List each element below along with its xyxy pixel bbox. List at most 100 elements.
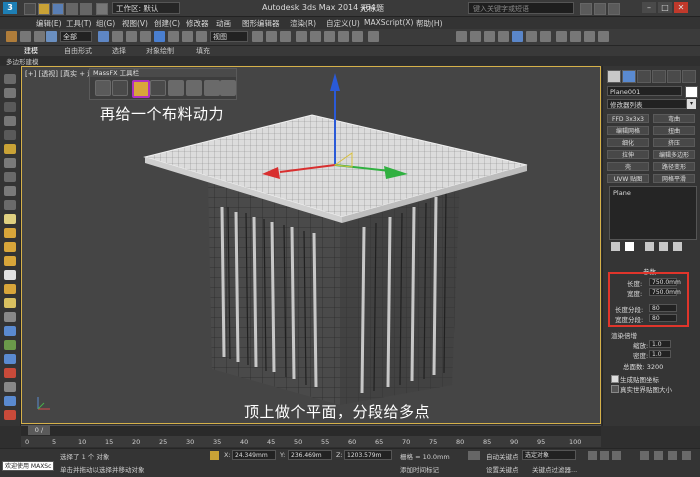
- select-by-name-icon[interactable]: [112, 31, 123, 42]
- maxscript-listener[interactable]: 欢迎使用 MAXSc: [2, 461, 54, 471]
- aec-tool-icon[interactable]: [4, 410, 16, 420]
- unlink-icon[interactable]: [34, 31, 45, 42]
- object-color-swatch[interactable]: [685, 86, 698, 98]
- plane-tool-icon[interactable]: [4, 116, 16, 126]
- layer-manager-icon[interactable]: [484, 31, 495, 42]
- timeline-ruler[interactable]: 0 5 10 15 20 25 30 35 40 45 50 55 60 65 …: [21, 436, 601, 447]
- snap-toggle-icon[interactable]: [296, 31, 307, 42]
- teapot-tool-icon[interactable]: [4, 228, 16, 238]
- tube-tool-icon[interactable]: [4, 270, 16, 280]
- particle-tool-icon[interactable]: [4, 340, 16, 350]
- menu-animation[interactable]: 动画: [216, 18, 231, 29]
- geosphere-tool-icon[interactable]: [4, 256, 16, 266]
- lock-selection-icon[interactable]: [210, 451, 219, 460]
- undo-icon[interactable]: [66, 3, 78, 15]
- menu-views[interactable]: 视图(V): [122, 18, 148, 29]
- play-icon[interactable]: [588, 451, 597, 460]
- rect-selection-icon[interactable]: [126, 31, 137, 42]
- selection-filter-dropdown[interactable]: 全部: [60, 31, 92, 42]
- ribbon-tab-modeling[interactable]: 建模: [24, 46, 38, 56]
- align-icon[interactable]: [470, 31, 481, 42]
- prism-tool-icon[interactable]: [4, 298, 16, 308]
- bind-spacewarp-icon[interactable]: [46, 31, 57, 42]
- width-segs-field[interactable]: 80: [649, 314, 677, 322]
- reference-coordinate-dropdown[interactable]: 视图: [210, 31, 248, 42]
- helper-tool-icon[interactable]: [4, 172, 16, 182]
- ribbon-tab-freeform[interactable]: 自由形式: [64, 46, 92, 56]
- mcloth-icon[interactable]: [132, 80, 150, 98]
- help-search-input[interactable]: 键入关键字或短语: [468, 2, 574, 14]
- perspective-viewport[interactable]: [+] [透视] [真实 + 边面] 再给一个布料动力 顶上做个平面，分段给多点: [21, 66, 601, 424]
- menu-edit[interactable]: 编辑(E): [36, 18, 62, 29]
- menu-graph-editors[interactable]: 图形编辑器: [242, 18, 280, 29]
- gen-coords-checkbox[interactable]: [611, 375, 619, 383]
- z-coord-field[interactable]: 1203.579m: [344, 450, 392, 460]
- link-icon[interactable]: [20, 31, 31, 42]
- ribbon-tab-object-paint[interactable]: 对象绘制: [146, 46, 174, 56]
- step-sim-icon[interactable]: [220, 80, 236, 96]
- undo-toolbar-icon[interactable]: [6, 31, 17, 42]
- keyboard-shortcut-icon[interactable]: [280, 31, 291, 42]
- stairs-tool-icon[interactable]: [4, 396, 16, 406]
- pivot-center-icon[interactable]: [252, 31, 263, 42]
- spinner-snap-icon[interactable]: [338, 31, 349, 42]
- named-selection-sets-icon[interactable]: [368, 31, 379, 42]
- world-params-icon[interactable]: [95, 80, 111, 96]
- pin-stack-icon[interactable]: [611, 242, 620, 251]
- door-tool-icon[interactable]: [4, 382, 16, 392]
- box-tool-icon[interactable]: [4, 88, 16, 98]
- next-frame-icon[interactable]: [600, 451, 609, 460]
- mod-shell-button[interactable]: 壳: [607, 162, 649, 171]
- graphite-tools-icon[interactable]: [498, 31, 509, 42]
- spacewarp-tool-icon[interactable]: [4, 186, 16, 196]
- select-object-icon[interactable]: [98, 31, 109, 42]
- workspace-dropdown[interactable]: 工作区: 默认: [112, 2, 180, 14]
- mod-twist-button[interactable]: 扭曲: [653, 126, 695, 135]
- cone-tool-icon[interactable]: [4, 242, 16, 252]
- render-setup-icon[interactable]: [556, 31, 567, 42]
- remove-modifier-icon[interactable]: [659, 242, 668, 251]
- pan-icon[interactable]: [654, 451, 663, 460]
- menu-group[interactable]: 组(G): [96, 18, 115, 29]
- select-manipulate-icon[interactable]: [266, 31, 277, 42]
- maximize-viewport-icon[interactable]: [682, 451, 691, 460]
- new-file-icon[interactable]: [24, 3, 36, 15]
- mod-bend-button[interactable]: 弯曲: [653, 114, 695, 123]
- menu-help[interactable]: 帮助(H): [416, 18, 443, 29]
- nurbs-tool-icon[interactable]: [4, 368, 16, 378]
- create-tab-icon[interactable]: [607, 70, 621, 83]
- percent-snap-icon[interactable]: [324, 31, 335, 42]
- orbit-icon[interactable]: [668, 451, 677, 460]
- menu-create[interactable]: 创建(C): [154, 18, 180, 29]
- angle-snap-icon[interactable]: [310, 31, 321, 42]
- pyramid-tool-icon[interactable]: [4, 130, 16, 140]
- menu-maxscript[interactable]: MAXScript(X): [364, 18, 413, 27]
- hierarchy-tab-icon[interactable]: [637, 70, 651, 83]
- configure-sets-icon[interactable]: [673, 242, 682, 251]
- help-icon[interactable]: [608, 3, 620, 15]
- start-sim-icon[interactable]: [204, 80, 220, 96]
- pyramid2-tool-icon[interactable]: [4, 284, 16, 294]
- render-production-icon[interactable]: [584, 31, 595, 42]
- close-button[interactable]: ✕: [674, 2, 688, 13]
- systems-tool-icon[interactable]: [4, 200, 16, 210]
- ref-coord-icon[interactable]: [196, 31, 207, 42]
- stack-item-plane[interactable]: Plane: [613, 189, 631, 197]
- binoculars-icon[interactable]: [580, 3, 592, 15]
- edit-named-selection-icon[interactable]: [352, 31, 363, 42]
- minimize-button[interactable]: –: [642, 2, 656, 13]
- length-field[interactable]: 750.0mm: [649, 278, 681, 286]
- save-file-icon[interactable]: [52, 3, 64, 15]
- key-icon[interactable]: [468, 451, 480, 460]
- reset-sim-icon[interactable]: [186, 80, 202, 96]
- rigid-body-icon[interactable]: [112, 80, 128, 96]
- menu-rendering[interactable]: 渲染(R): [290, 18, 316, 29]
- select-scale-icon[interactable]: [182, 31, 193, 42]
- mod-meshsmooth-button[interactable]: 网格平滑: [653, 174, 695, 183]
- mod-stretch-button[interactable]: 拉伸: [607, 150, 649, 159]
- chevron-down-icon[interactable]: ▾: [687, 99, 696, 109]
- modifier-stack[interactable]: Plane: [609, 186, 697, 240]
- add-time-tag[interactable]: 添加时间标记: [400, 464, 439, 474]
- display-tab-icon[interactable]: [667, 70, 681, 83]
- mod-edit-poly-button[interactable]: 编辑多边形: [653, 150, 695, 159]
